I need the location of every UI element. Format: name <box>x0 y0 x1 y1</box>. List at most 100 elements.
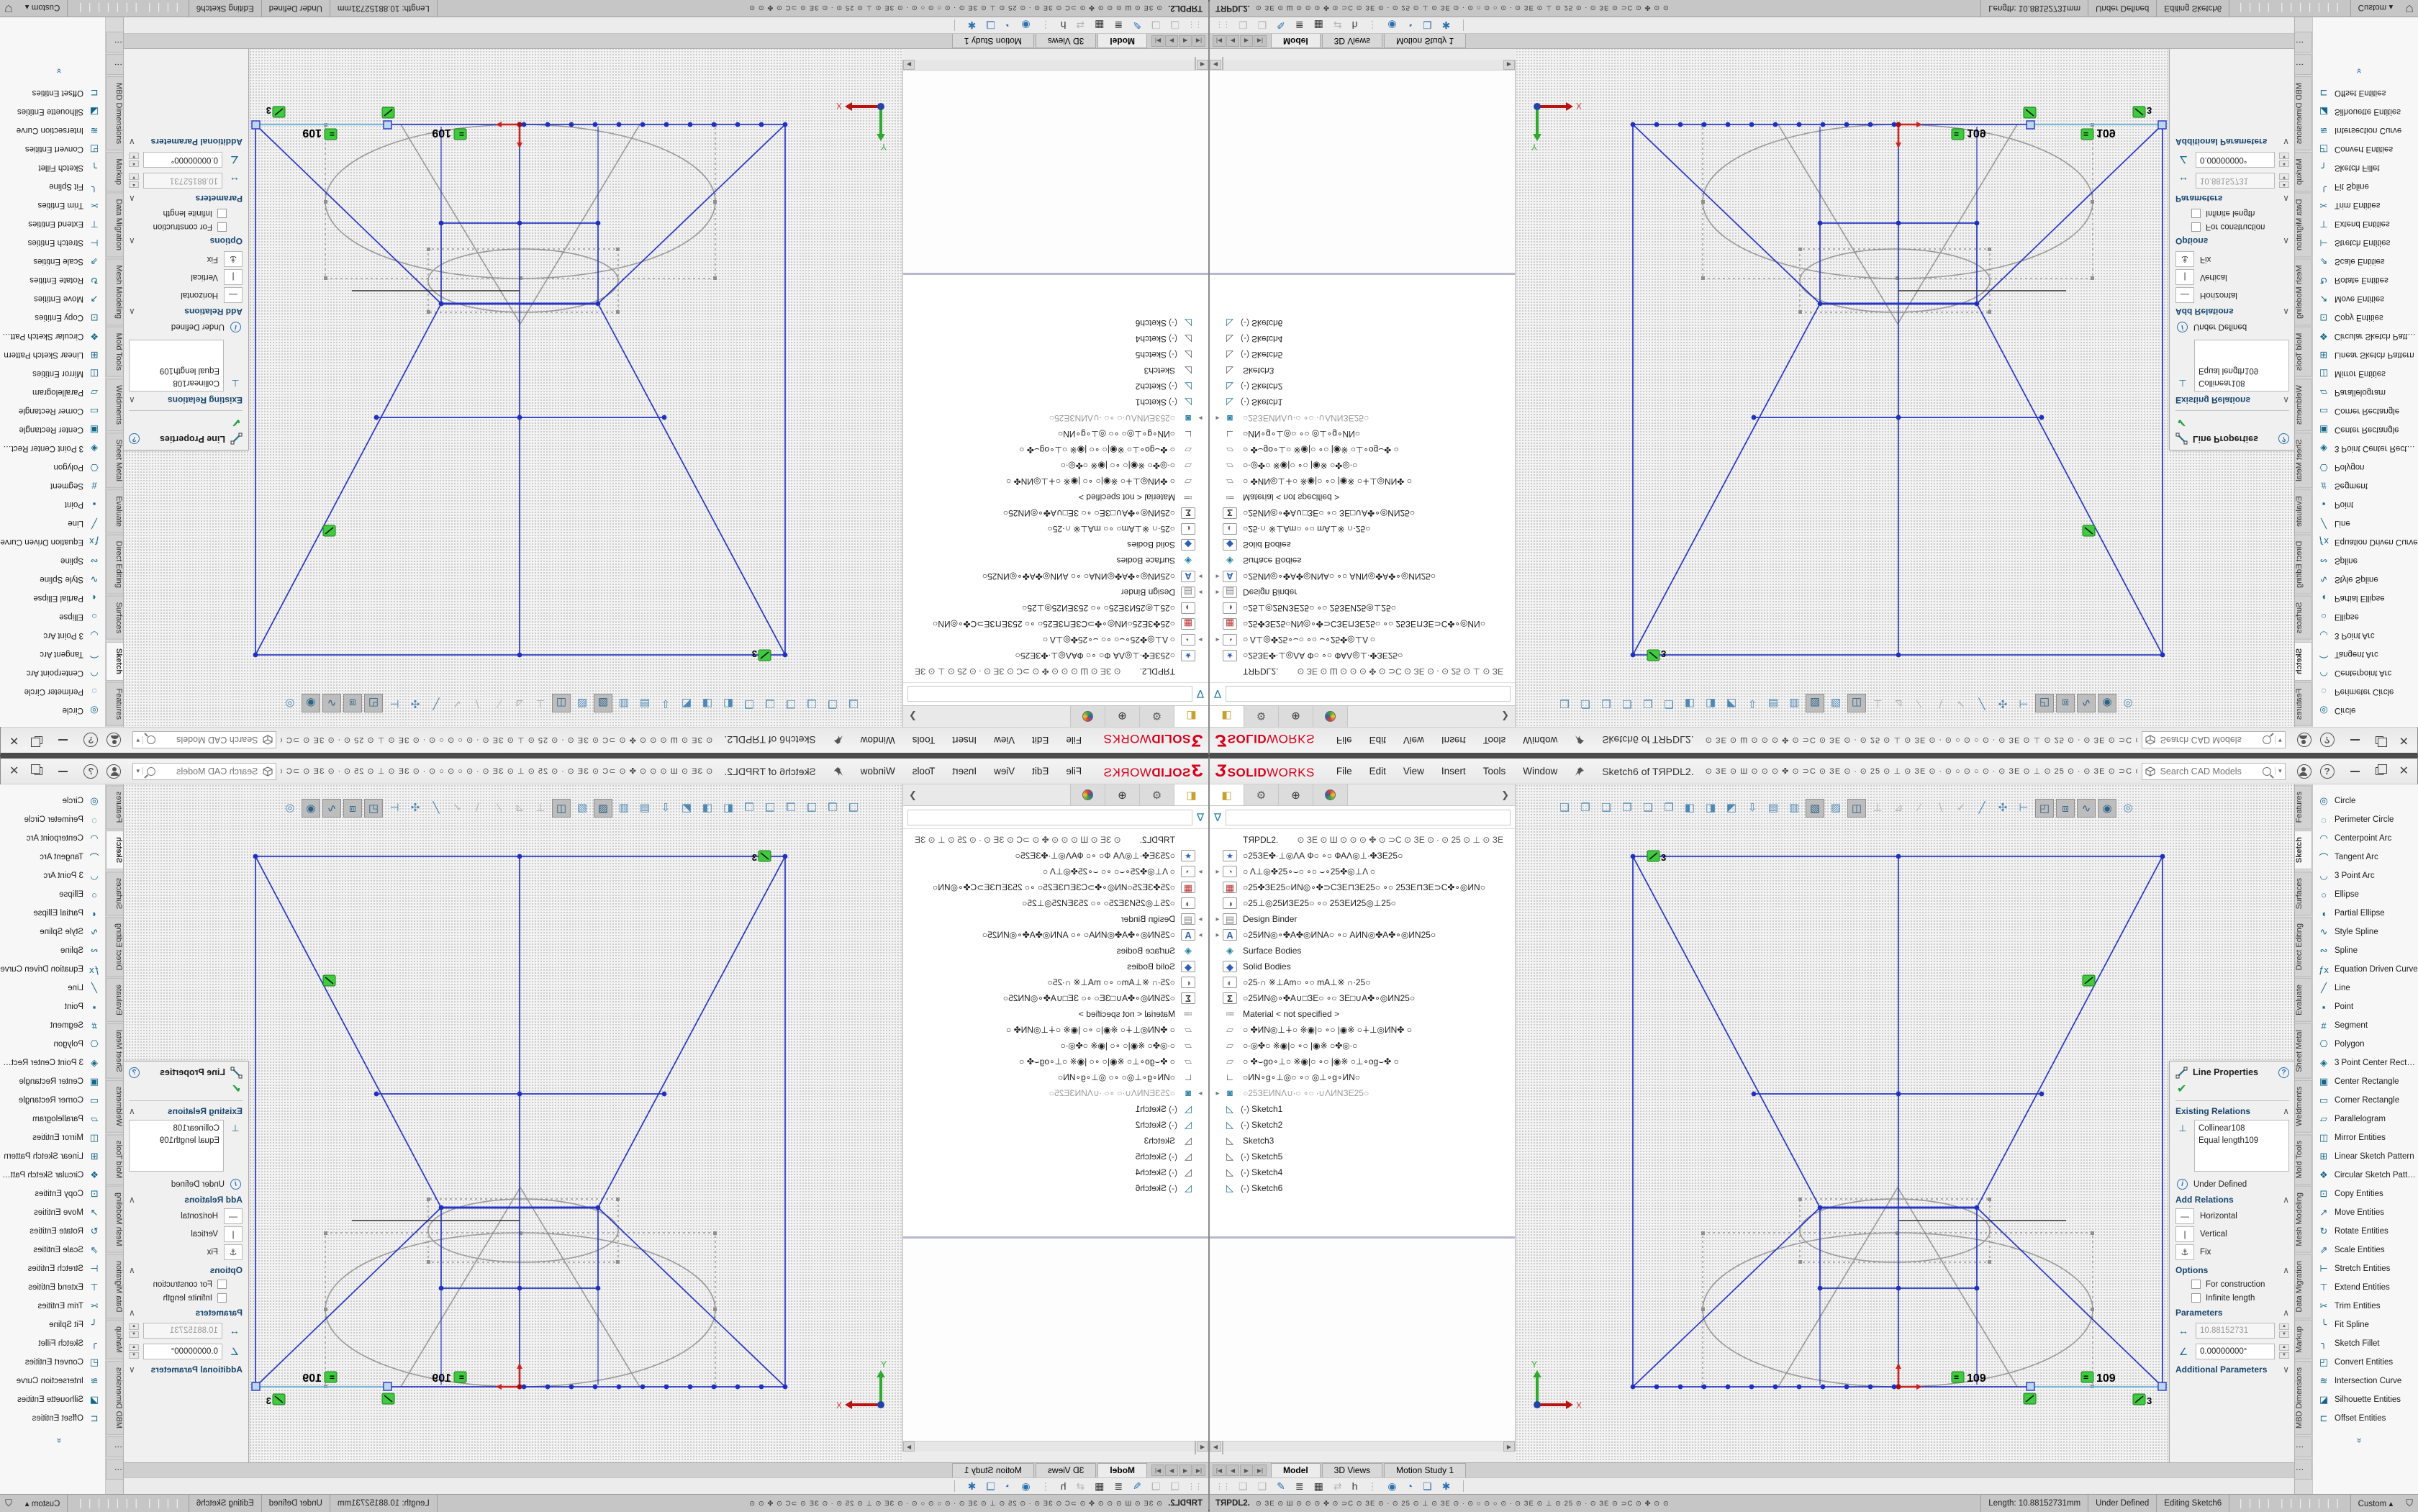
relation-badges[interactable]: = 109 = 109 3 3 <box>266 105 771 661</box>
commandmanager-tab[interactable]: Weldments <box>2295 379 2312 431</box>
tool-button[interactable]: ○ Ellipse <box>2313 885 2418 904</box>
tool-button[interactable]: ∾ Spline <box>2313 551 2418 570</box>
toolbar-icon[interactable]: ✎ <box>1133 19 1141 32</box>
tool-button[interactable]: ⊞ Linear Sketch Pattern <box>2313 345 2418 364</box>
tool-button[interactable]: ↗ Move Entities <box>2313 289 2418 308</box>
restore-button[interactable] <box>35 736 42 744</box>
pin-icon[interactable] <box>833 735 843 746</box>
panel-help-icon[interactable]: ? <box>129 434 140 445</box>
menu-item[interactable]: Edit <box>1032 735 1049 746</box>
tree-item[interactable]: ◺ (-) Sketch2 <box>1213 379 1515 394</box>
document-tab[interactable]: Motion Study 1 <box>1384 34 1466 48</box>
units-selector[interactable]: Custom ▴ <box>2350 1495 2401 1512</box>
tree-item[interactable]: ▦ ○25✤ЗЕ25○ИN◎∘✤⊃CЗЕ⊓ЗЕ25○ ∘○ 25ЗЕ⊓ЗЕ⊃C✤… <box>903 616 1205 632</box>
document-tab[interactable]: Model <box>1097 34 1147 48</box>
minimize-button[interactable] <box>58 771 68 772</box>
toolbar-icon[interactable]: ⇄ <box>1333 1480 1342 1493</box>
menu-item[interactable]: Window <box>861 735 895 746</box>
tool-button[interactable]: ⊤ Extend Entities <box>0 214 105 233</box>
more-tools-chevron-icon[interactable]: » <box>2355 64 2365 78</box>
ok-button[interactable]: ✔ <box>2177 1082 2289 1096</box>
fm-horizontal-scrollbar[interactable]: ◀ ▶ <box>903 60 1208 71</box>
commandmanager-tab[interactable]: Weldments <box>106 1080 123 1133</box>
toolbar-icon[interactable]: ▦ <box>1314 19 1323 32</box>
tool-button[interactable]: ◠ Centerpoint Arc <box>0 829 105 848</box>
search-box[interactable]: ▾ <box>132 763 276 780</box>
checkbox-infinite-length[interactable]: Infinite length <box>2191 1293 2289 1303</box>
tab-propertymanager[interactable]: ⚙ <box>1244 706 1279 727</box>
commandmanager-tab[interactable]: Sheet Metal <box>106 433 123 488</box>
tree-item[interactable]: ◺ (-) Sketch2 <box>903 1117 1205 1133</box>
tree-item[interactable]: ∟ ○ИN∘g∘⊥◎○ ∘○ ◎⊥∘g∘ИN○ <box>903 426 1205 442</box>
commandmanager-tab[interactable]: Mesh Modeling <box>2295 258 2312 325</box>
fm-horizontal-scrollbar[interactable]: ◀ ▶ <box>1210 60 1515 71</box>
commandmanager-tab[interactable]: Evaluate <box>106 489 123 533</box>
toolbar-icon[interactable]: ❏ <box>1170 1480 1179 1493</box>
tree-item[interactable]: ≔ Material < not specified > <box>1213 489 1515 505</box>
tag-icon[interactable]: ⛉ <box>2400 2 2418 14</box>
commandmanager-tab[interactable]: Mold Tools <box>2295 1134 2312 1185</box>
tree-item[interactable]: ≔ Material < not specified > <box>903 489 1205 505</box>
tab-displaymanager[interactable] <box>1313 706 1348 727</box>
tool-button[interactable]: ◌ Perimeter Circle <box>0 682 105 701</box>
angle-field[interactable]: 0.00000000° <box>2196 152 2275 168</box>
sketch-points[interactable] <box>253 854 788 1390</box>
tool-button[interactable]: ▭ Corner Rectangle <box>2313 402 2418 420</box>
tab-configurations[interactable]: ⊕ <box>1279 706 1313 727</box>
tree-item[interactable]: ◺ (-) Sketch4 <box>1213 1164 1515 1180</box>
tool-button[interactable]: ⊢ Stretch Entities <box>2313 233 2418 252</box>
filter-input[interactable] <box>907 810 1192 825</box>
document-tab[interactable]: 3D Views <box>1322 34 1382 48</box>
commandmanager-tab[interactable]: Mold Tools <box>2295 327 2312 377</box>
tool-button[interactable]: ◌ Perimeter Circle <box>2313 810 2418 829</box>
relation-item[interactable]: Equal length109 <box>133 364 219 376</box>
menu-item[interactable]: Tools <box>1483 766 1506 777</box>
tool-button[interactable]: ◫ Mirror Entities <box>0 1128 105 1147</box>
expand-arrow-icon[interactable]: ▸ <box>1213 415 1223 422</box>
tree-item[interactable]: ▸ ◔ ○ Λ⊥◎✤25∘⌣○ ∘○ ⌣∘25✤◎⊥Λ ○ <box>903 864 1205 879</box>
commandmanager-tab[interactable]: Data Migration <box>106 1254 123 1319</box>
tool-button[interactable]: ⊤ Extend Entities <box>2313 1278 2418 1297</box>
commandmanager-tab[interactable]: ⋮ <box>106 1436 123 1457</box>
ok-button[interactable]: ✔ <box>129 415 241 430</box>
toolbar-icon[interactable]: ❏ <box>1239 19 1248 32</box>
toolbar-icon[interactable]: ❏ <box>1258 19 1267 32</box>
tool-button[interactable]: ⇗ Scale Entities <box>2313 1241 2418 1259</box>
relation-item[interactable]: Collinear108 <box>133 376 219 389</box>
document-tab[interactable]: Model <box>1271 34 1321 48</box>
tree-item[interactable]: ▸ ◙ ○25ЗЕИNΛ∪∙○ ∘○ ∙∪ΛИNЗЕ25○ <box>1213 1085 1515 1101</box>
tool-button[interactable]: ○ Ellipse <box>2313 607 2418 626</box>
commandmanager-tab[interactable]: ⋮ <box>106 32 123 53</box>
tool-button[interactable]: ↗ Move Entities <box>0 1203 105 1222</box>
tree-item[interactable]: ∟ ○ИN∘g∘⊥◎○ ∘○ ◎⊥∘g∘ИN○ <box>1213 426 1515 442</box>
tool-button[interactable]: ▭ Corner Rectangle <box>0 1091 105 1110</box>
commandmanager-tab[interactable]: ⋮ <box>2295 1459 2312 1480</box>
tool-button[interactable]: ◠ Centerpoint Arc <box>0 664 105 682</box>
tree-item[interactable]: ◺ (-) Sketch1 <box>903 1101 1205 1117</box>
toolbar-grip-icon[interactable]: ⋮⋮ <box>1215 1482 1230 1491</box>
toolbar-grip-icon[interactable]: ⋮⋮ <box>1188 1482 1203 1491</box>
tool-button[interactable]: ≋ Intersection Curve <box>0 1372 105 1390</box>
relation-item[interactable]: Equal length109 <box>133 1135 219 1147</box>
toolbar-icon[interactable]: ◔ <box>1407 19 1413 32</box>
section-options[interactable]: Options∧ <box>2175 1265 2289 1275</box>
scroll-right-icon[interactable]: ▶ <box>1503 1441 1515 1452</box>
tool-button[interactable]: ▭ Corner Rectangle <box>0 402 105 420</box>
commandmanager-tab[interactable]: Sheet Metal <box>2295 1023 2312 1079</box>
close-button[interactable]: ✕ <box>9 736 19 745</box>
checkbox-for-construction[interactable]: For construction <box>129 1280 227 1289</box>
login-user-icon[interactable] <box>2297 764 2311 779</box>
search-input[interactable] <box>2159 735 2245 746</box>
tool-button[interactable]: ╮ Sketch Fillet <box>0 158 105 177</box>
tool-button[interactable]: ⊏ Offset Entities <box>0 1409 105 1428</box>
expand-arrow-icon[interactable]: ▸ <box>1213 868 1223 876</box>
collapse-icon[interactable]: ∧ <box>129 1106 135 1116</box>
first-tab-icon[interactable]: |◀ <box>1213 35 1226 47</box>
section-existing-relations[interactable]: Existing Relations∧ <box>129 395 243 405</box>
prev-tab-icon[interactable]: ◀ <box>1179 35 1192 47</box>
tree-item[interactable]: ◺ (-) Sketch5 <box>903 347 1205 363</box>
tool-button[interactable]: ↻ Rotate Entities <box>2313 1222 2418 1241</box>
section-add-relations[interactable]: Add Relations∧ <box>2175 307 2289 317</box>
relation-item[interactable]: Collinear108 <box>2199 376 2285 389</box>
checkbox-icon[interactable] <box>2191 209 2201 218</box>
